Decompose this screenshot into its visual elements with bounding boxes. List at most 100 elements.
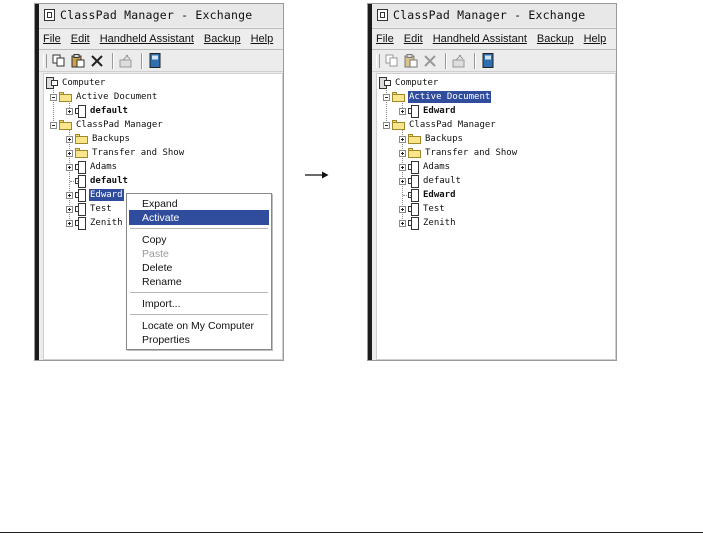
paste-icon[interactable] bbox=[70, 53, 86, 69]
node-label: default bbox=[90, 106, 128, 116]
calculator-icon bbox=[408, 216, 419, 230]
node-label: ClassPad Manager bbox=[76, 120, 163, 130]
menu-help[interactable]: Help bbox=[246, 33, 279, 45]
menu-handheld-assistant[interactable]: Handheld Assistant bbox=[95, 33, 199, 45]
title-bar: ClassPad Manager - Exchange bbox=[39, 4, 283, 26]
expand-toggle[interactable] bbox=[399, 107, 406, 115]
node-label: Backups bbox=[92, 134, 130, 144]
tree-node-default[interactable]: default bbox=[75, 174, 129, 188]
tree-node-active-document[interactable]: Active Document bbox=[50, 90, 158, 104]
tree-node-computer[interactable]: Computer bbox=[379, 76, 439, 90]
expand-toggle[interactable] bbox=[399, 205, 406, 213]
tool-icon[interactable] bbox=[451, 53, 467, 69]
expand-toggle[interactable] bbox=[66, 149, 73, 157]
expand-toggle[interactable] bbox=[66, 205, 73, 213]
expand-toggle[interactable] bbox=[66, 107, 73, 115]
tree-node-adams[interactable]: Adams bbox=[399, 160, 451, 174]
computer-icon bbox=[379, 77, 391, 89]
node-label: ClassPad Manager bbox=[409, 120, 496, 130]
toolbar bbox=[39, 50, 283, 72]
toolbar-separator bbox=[141, 52, 143, 69]
calculator-icon bbox=[75, 104, 86, 118]
menu-help[interactable]: Help bbox=[579, 33, 612, 45]
tree-node-test[interactable]: Test bbox=[66, 202, 113, 216]
tree-node-active-edward[interactable]: Edward bbox=[399, 104, 457, 118]
menu-file[interactable]: File bbox=[39, 33, 66, 45]
tree-node-default[interactable]: default bbox=[399, 174, 462, 188]
tree-node-edward[interactable]: Edward bbox=[408, 188, 457, 202]
menu-edit[interactable]: Edit bbox=[66, 33, 95, 45]
window-title: ClassPad Manager - Exchange bbox=[60, 8, 253, 22]
tree-node-zenith[interactable]: Zenith bbox=[66, 216, 124, 230]
menu-edit[interactable]: Edit bbox=[399, 33, 428, 45]
toolbar-grip[interactable] bbox=[376, 53, 380, 68]
delete-icon[interactable] bbox=[422, 53, 438, 69]
expand-toggle[interactable] bbox=[399, 219, 406, 227]
context-menu: Expand Activate Copy Paste Delete Rename… bbox=[126, 193, 272, 350]
node-label: Test bbox=[423, 204, 445, 214]
calculator-icon bbox=[75, 174, 86, 188]
node-label: Active Document bbox=[76, 92, 158, 102]
menu-item-locate-on-my-computer[interactable]: Locate on My Computer bbox=[129, 318, 269, 333]
delete-icon[interactable] bbox=[89, 53, 105, 69]
tree-node-transfer-and-show[interactable]: Transfer and Show bbox=[66, 146, 185, 160]
menu-backup[interactable]: Backup bbox=[199, 33, 246, 45]
menu-item-activate[interactable]: Activate bbox=[129, 210, 269, 225]
calculator-icon bbox=[408, 174, 419, 188]
menu-handheld-assistant[interactable]: Handheld Assistant bbox=[428, 33, 532, 45]
copy-icon[interactable] bbox=[51, 53, 67, 69]
menu-item-delete[interactable]: Delete bbox=[129, 260, 269, 275]
expand-toggle[interactable] bbox=[66, 163, 73, 171]
menu-separator bbox=[130, 228, 268, 229]
calculator-icon[interactable] bbox=[480, 53, 496, 69]
calculator-icon bbox=[408, 160, 419, 174]
node-label: Edward bbox=[89, 189, 124, 201]
collapse-toggle[interactable] bbox=[383, 121, 390, 129]
toolbar-separator bbox=[112, 52, 114, 69]
tree-node-classpad-manager[interactable]: ClassPad Manager bbox=[383, 118, 497, 132]
node-label: Transfer and Show bbox=[425, 148, 518, 158]
menu-backup[interactable]: Backup bbox=[532, 33, 579, 45]
tree-node-test[interactable]: Test bbox=[399, 202, 446, 216]
tree-node-backups[interactable]: Backups bbox=[66, 132, 131, 146]
menu-item-copy[interactable]: Copy bbox=[129, 232, 269, 247]
expand-toggle[interactable] bbox=[66, 191, 73, 199]
tree-node-adams[interactable]: Adams bbox=[66, 160, 118, 174]
expand-toggle[interactable] bbox=[66, 135, 73, 143]
folder-icon bbox=[75, 134, 88, 144]
menu-item-expand[interactable]: Expand bbox=[129, 196, 269, 211]
tree-node-backups[interactable]: Backups bbox=[399, 132, 464, 146]
title-bar: ClassPad Manager - Exchange bbox=[372, 4, 616, 26]
tree-node-active-default[interactable]: default bbox=[66, 104, 129, 118]
expand-toggle[interactable] bbox=[66, 219, 73, 227]
node-label: Transfer and Show bbox=[92, 148, 185, 158]
menu-item-properties[interactable]: Properties bbox=[129, 332, 269, 347]
collapse-toggle[interactable] bbox=[50, 93, 57, 101]
tree-node-computer[interactable]: Computer bbox=[46, 76, 106, 90]
calculator-icon[interactable] bbox=[147, 53, 163, 69]
expand-toggle[interactable] bbox=[399, 163, 406, 171]
menu-file[interactable]: File bbox=[372, 33, 399, 45]
tree-node-active-document[interactable]: Active Document bbox=[383, 90, 492, 104]
calculator-icon bbox=[75, 202, 86, 216]
menu-item-import[interactable]: Import... bbox=[129, 296, 269, 311]
node-label: Adams bbox=[90, 162, 118, 172]
folder-open-icon bbox=[59, 120, 72, 130]
expand-toggle[interactable] bbox=[399, 149, 406, 157]
tree-node-edward[interactable]: Edward bbox=[66, 188, 124, 202]
menu-item-rename[interactable]: Rename bbox=[129, 274, 269, 289]
paste-icon[interactable] bbox=[403, 53, 419, 69]
collapse-toggle[interactable] bbox=[50, 121, 57, 129]
copy-icon[interactable] bbox=[384, 53, 400, 69]
collapse-toggle[interactable] bbox=[383, 93, 390, 101]
toolbar-grip[interactable] bbox=[43, 53, 47, 68]
calculator-icon bbox=[408, 202, 419, 216]
toolbar-separator bbox=[445, 52, 447, 69]
tree-node-zenith[interactable]: Zenith bbox=[399, 216, 457, 230]
tool-icon[interactable] bbox=[118, 53, 134, 69]
tree-node-transfer-and-show[interactable]: Transfer and Show bbox=[399, 146, 518, 160]
node-label: Zenith bbox=[423, 218, 456, 228]
expand-toggle[interactable] bbox=[399, 135, 406, 143]
expand-toggle[interactable] bbox=[399, 177, 406, 185]
tree-node-classpad-manager[interactable]: ClassPad Manager bbox=[50, 118, 164, 132]
